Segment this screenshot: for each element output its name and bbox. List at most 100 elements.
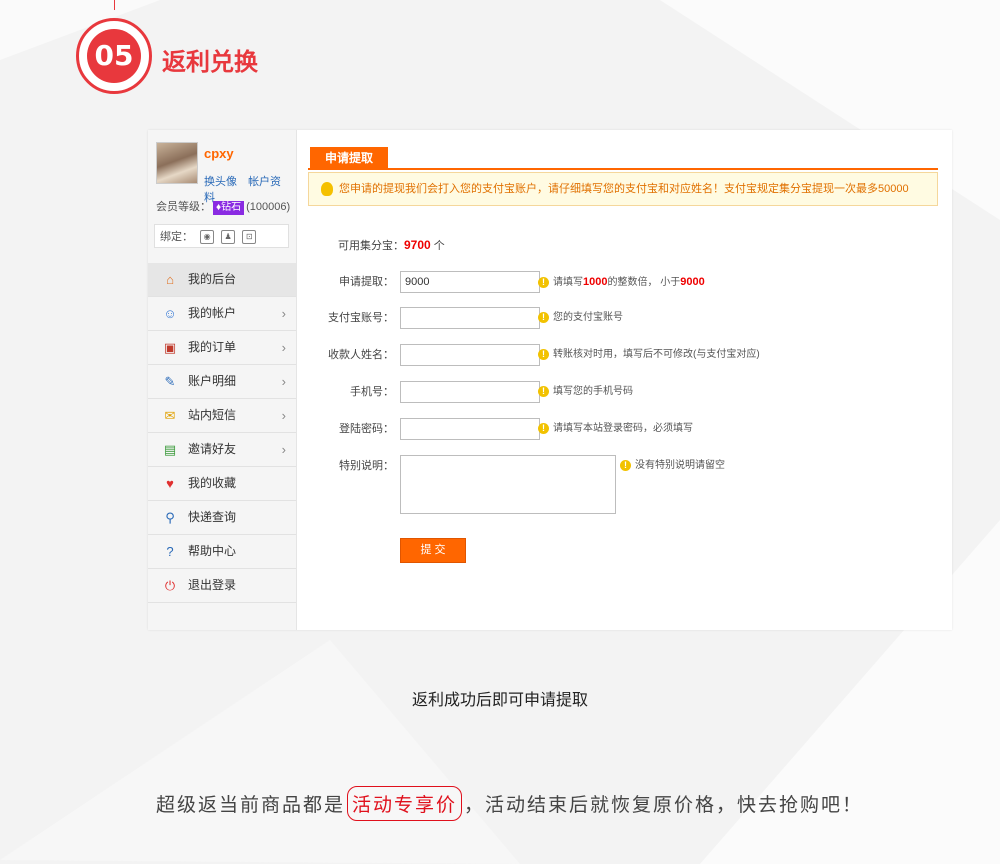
tab-underline <box>308 168 938 170</box>
amount-tip-pre: 请填写 <box>553 277 583 288</box>
qq-icon[interactable]: ♟ <box>221 230 236 245</box>
sidebar: cpxy 换头像 帐户资料 会员等级： ♦钻石 (100006) 绑定： ◉ ♟ ⊡… <box>148 130 297 630</box>
bind-box: 绑定： ◉ ♟ ⊡ <box>154 224 289 248</box>
decor-tick <box>114 0 115 10</box>
amount-label: 申请提取： <box>339 276 394 288</box>
sidebar-item-label: 邀请好友 <box>188 442 237 456</box>
chevron-right-icon: › <box>281 374 286 389</box>
lightbulb-icon <box>321 182 333 196</box>
phone-input[interactable] <box>400 381 540 403</box>
phone-row: 手机号： ! 填写您的手机号码 <box>296 381 952 405</box>
notice-text: 您申请的提现我们会打入您的支付宝账户，请仔细填写您的支付宝和对应姓名！支付宝规定… <box>339 183 909 195</box>
info-icon: ! <box>538 311 549 323</box>
slogan-highlight: 活动专享价 <box>347 786 463 821</box>
slogan: 超级返当前商品都是 活动专享价 ，活动结束后就恢复原价格，快去抢购吧！ <box>156 786 863 821</box>
password-tip-text: 请填写本站登录密码，必须填写 <box>553 423 693 434</box>
name-label: 收款人姓名： <box>328 349 394 361</box>
available-unit: 个 <box>433 240 445 252</box>
name-input[interactable] <box>400 344 540 366</box>
alipay-input[interactable] <box>400 307 540 329</box>
sidebar-item-label: 帮助中心 <box>188 544 237 558</box>
notice-bar: 您申请的提现我们会打入您的支付宝账户，请仔细填写您的支付宝和对应姓名！支付宝规定… <box>308 172 938 206</box>
edit-icon: ✎ <box>164 374 176 389</box>
name-row: 收款人姓名： ! 转账核对时用，填写后不可修改(与支付宝对应) <box>296 344 952 368</box>
level-points: (100006) <box>246 201 291 213</box>
name-tip: ! 转账核对时用，填写后不可修改(与支付宝对应) <box>538 344 760 366</box>
alipay-tip: ! 您的支付宝账号 <box>538 307 623 329</box>
slogan-pre: 超级返当前商品都是 <box>156 794 346 816</box>
info-icon: ! <box>620 459 631 471</box>
amount-input[interactable]: 9000 <box>400 271 540 293</box>
sidebar-item[interactable]: ✉ 站内短信 › <box>148 399 296 433</box>
diamond-badge: ♦钻石 <box>213 201 245 215</box>
sidebar-item[interactable]: ? 帮助中心 <box>148 535 296 569</box>
sidebar-item[interactable]: ☺ 我的帐户 › <box>148 297 296 331</box>
chevron-right-icon: › <box>281 340 286 355</box>
chevron-right-icon: › <box>281 306 286 321</box>
password-input[interactable] <box>400 418 540 440</box>
chevron-right-icon: › <box>281 442 286 457</box>
alipay-label: 支付宝账号： <box>328 312 394 324</box>
caption: 返利成功后即可申请提取 <box>411 692 588 709</box>
sidebar-item[interactable]: ⏻ 退出登录 <box>148 569 296 603</box>
phone-tip-text: 填写您的手机号码 <box>553 386 633 397</box>
member-panel: cpxy 换头像 帐户资料 会员等级： ♦钻石 (100006) 绑定： ◉ ♟ ⊡… <box>148 130 952 630</box>
step-number: 05 <box>87 29 141 83</box>
step-title: 返利兑换 <box>162 49 258 76</box>
amount-tip: ! 请填写1000的整数倍， 小于9000 <box>538 271 705 294</box>
sidebar-item[interactable]: ▤ 邀请好友 › <box>148 433 296 467</box>
info-icon: ! <box>538 385 549 397</box>
password-row: 登陆密码： ! 请填写本站登录密码，必须填写 <box>296 418 952 442</box>
amount-tip-num2: 9000 <box>680 276 705 288</box>
home-icon: ⌂ <box>166 272 174 287</box>
bind-label: 绑定： <box>160 231 193 243</box>
info-icon: ! <box>538 276 549 288</box>
amount-tip-mid: 的整数倍， 小于 <box>607 277 681 288</box>
sidebar-item[interactable]: ✎ 账户明细 › <box>148 365 296 399</box>
note-label: 特别说明： <box>339 460 394 472</box>
sidebar-item[interactable]: ▣ 我的订单 › <box>148 331 296 365</box>
sidebar-item[interactable]: ⚲ 快递查询 <box>148 501 296 535</box>
main-content: 申请提取 您申请的提现我们会打入您的支付宝账户，请仔细填写您的支付宝和对应姓名！… <box>296 130 952 630</box>
sidebar-item[interactable]: ♥ 我的收藏 <box>148 467 296 501</box>
slogan-post: ，活动结束后就恢复原价格，快去抢购吧！ <box>464 794 864 816</box>
sidebar-item-label: 我的帐户 <box>188 306 237 320</box>
weibo-icon[interactable]: ◉ <box>200 230 215 245</box>
amount-tip-num1: 1000 <box>583 276 608 288</box>
note-tip-text: 没有特别说明请留空 <box>635 460 725 471</box>
invite-icon: ▤ <box>163 442 177 457</box>
amount-row: 申请提取： 9000 ! 请填写1000的整数倍， 小于9000 <box>296 271 952 295</box>
alipay-tip-text: 您的支付宝账号 <box>553 312 623 323</box>
change-avatar-link[interactable]: 换头像 <box>204 176 237 188</box>
avatar[interactable] <box>156 142 198 184</box>
chevron-right-icon: › <box>281 408 286 423</box>
phone-tip: ! 填写您的手机号码 <box>538 381 633 403</box>
available-value: 9700 <box>404 238 431 252</box>
password-tip: ! 请填写本站登录密码，必须填写 <box>538 418 693 440</box>
power-icon: ⏻ <box>164 578 176 593</box>
sidebar-item-label: 我的收藏 <box>188 476 237 490</box>
alipay-icon[interactable]: ⊡ <box>242 230 257 245</box>
sidebar-item-label: 快递查询 <box>188 510 237 524</box>
sidebar-item-label: 我的后台 <box>188 272 237 286</box>
sidebar-menu: ⌂ 我的后台 ☺ 我的帐户 › ▣ 我的订单 › ✎ 账户明细 › ✉ 站内短信 › ▤ 邀请好友 › ♥ 我的收藏… <box>148 263 296 603</box>
step-number-badge: 05 <box>76 18 152 94</box>
submit-button[interactable]: 提 交 <box>400 538 466 563</box>
sidebar-item-label: 我的订单 <box>188 340 237 354</box>
cart-icon: ▣ <box>163 340 177 355</box>
username: cpxy <box>204 146 234 161</box>
user-icon: ☺ <box>163 306 177 321</box>
info-icon: ! <box>538 348 549 360</box>
name-tip-text: 转账核对时用，填写后不可修改(与支付宝对应) <box>553 349 760 360</box>
available-label: 可用集分宝： <box>338 240 404 252</box>
heart-icon: ♥ <box>166 476 174 491</box>
sidebar-item-label: 站内短信 <box>188 408 237 422</box>
note-row: 特别说明： ! 没有特别说明请留空 <box>296 455 952 479</box>
note-tip: ! 没有特别说明请留空 <box>620 455 725 477</box>
phone-label: 手机号： <box>350 386 394 398</box>
sidebar-item[interactable]: ⌂ 我的后台 <box>148 263 296 297</box>
info-icon: ! <box>538 422 549 434</box>
note-textarea[interactable] <box>400 455 616 514</box>
tab-apply-withdraw[interactable]: 申请提取 <box>310 147 388 170</box>
mail-icon: ✉ <box>164 408 176 423</box>
